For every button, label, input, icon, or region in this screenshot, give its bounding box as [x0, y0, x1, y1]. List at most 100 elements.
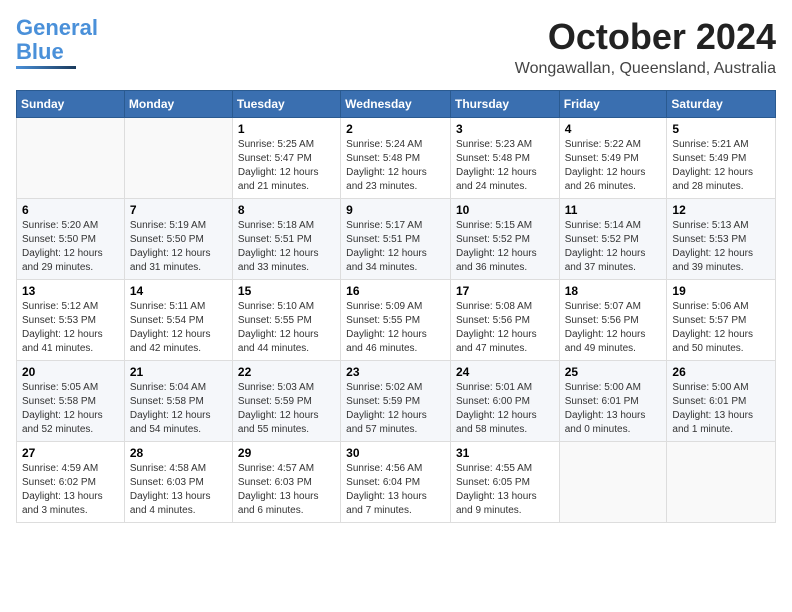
header-thursday: Thursday	[450, 91, 559, 118]
day-info: Sunrise: 4:55 AMSunset: 6:05 PMDaylight:…	[456, 462, 554, 518]
day-info: Sunrise: 5:10 AMSunset: 5:55 PMDaylight:…	[238, 300, 335, 356]
day-info: Sunrise: 5:20 AMSunset: 5:50 PMDaylight:…	[22, 219, 119, 275]
header-monday: Monday	[124, 91, 232, 118]
calendar-cell: 20 Sunrise: 5:05 AMSunset: 5:58 PMDaylig…	[17, 361, 125, 442]
day-info: Sunrise: 5:18 AMSunset: 5:51 PMDaylight:…	[238, 219, 335, 275]
header-sunday: Sunday	[17, 91, 125, 118]
calendar-cell: 19 Sunrise: 5:06 AMSunset: 5:57 PMDaylig…	[667, 280, 776, 361]
calendar-cell: 15 Sunrise: 5:10 AMSunset: 5:55 PMDaylig…	[232, 280, 340, 361]
day-number: 24	[456, 365, 554, 379]
day-number: 6	[22, 203, 119, 217]
day-number: 1	[238, 122, 335, 136]
day-number: 9	[346, 203, 445, 217]
header-wednesday: Wednesday	[341, 91, 451, 118]
day-info: Sunrise: 5:24 AMSunset: 5:48 PMDaylight:…	[346, 138, 445, 194]
calendar-cell	[667, 442, 776, 523]
day-info: Sunrise: 5:17 AMSunset: 5:51 PMDaylight:…	[346, 219, 445, 275]
day-info: Sunrise: 4:58 AMSunset: 6:03 PMDaylight:…	[130, 462, 227, 518]
calendar-cell: 18 Sunrise: 5:07 AMSunset: 5:56 PMDaylig…	[559, 280, 667, 361]
location-title: Wongawallan, Queensland, Australia	[515, 60, 776, 78]
calendar-cell: 30 Sunrise: 4:56 AMSunset: 6:04 PMDaylig…	[341, 442, 451, 523]
calendar-cell: 3 Sunrise: 5:23 AMSunset: 5:48 PMDayligh…	[450, 118, 559, 199]
title-area: October 2024 Wongawallan, Queensland, Au…	[515, 16, 776, 78]
day-number: 27	[22, 446, 119, 460]
calendar-table: Sunday Monday Tuesday Wednesday Thursday…	[16, 90, 776, 523]
day-info: Sunrise: 5:03 AMSunset: 5:59 PMDaylight:…	[238, 381, 335, 437]
calendar-cell: 21 Sunrise: 5:04 AMSunset: 5:58 PMDaylig…	[124, 361, 232, 442]
day-info: Sunrise: 5:12 AMSunset: 5:53 PMDaylight:…	[22, 300, 119, 356]
day-info: Sunrise: 5:14 AMSunset: 5:52 PMDaylight:…	[565, 219, 662, 275]
calendar-cell: 1 Sunrise: 5:25 AMSunset: 5:47 PMDayligh…	[232, 118, 340, 199]
calendar-cell: 17 Sunrise: 5:08 AMSunset: 5:56 PMDaylig…	[450, 280, 559, 361]
calendar-cell: 29 Sunrise: 4:57 AMSunset: 6:03 PMDaylig…	[232, 442, 340, 523]
calendar-cell: 26 Sunrise: 5:00 AMSunset: 6:01 PMDaylig…	[667, 361, 776, 442]
day-info: Sunrise: 5:09 AMSunset: 5:55 PMDaylight:…	[346, 300, 445, 356]
day-number: 29	[238, 446, 335, 460]
day-number: 15	[238, 284, 335, 298]
calendar-week-5: 27 Sunrise: 4:59 AMSunset: 6:02 PMDaylig…	[17, 442, 776, 523]
day-number: 8	[238, 203, 335, 217]
day-number: 18	[565, 284, 662, 298]
calendar-cell: 14 Sunrise: 5:11 AMSunset: 5:54 PMDaylig…	[124, 280, 232, 361]
day-info: Sunrise: 4:59 AMSunset: 6:02 PMDaylight:…	[22, 462, 119, 518]
day-info: Sunrise: 5:02 AMSunset: 5:59 PMDaylight:…	[346, 381, 445, 437]
day-info: Sunrise: 5:25 AMSunset: 5:47 PMDaylight:…	[238, 138, 335, 194]
day-info: Sunrise: 5:21 AMSunset: 5:49 PMDaylight:…	[672, 138, 770, 194]
logo: General Blue	[16, 16, 98, 69]
day-number: 23	[346, 365, 445, 379]
calendar-cell: 12 Sunrise: 5:13 AMSunset: 5:53 PMDaylig…	[667, 199, 776, 280]
calendar-cell: 8 Sunrise: 5:18 AMSunset: 5:51 PMDayligh…	[232, 199, 340, 280]
day-info: Sunrise: 4:56 AMSunset: 6:04 PMDaylight:…	[346, 462, 445, 518]
calendar-cell: 5 Sunrise: 5:21 AMSunset: 5:49 PMDayligh…	[667, 118, 776, 199]
calendar-cell: 11 Sunrise: 5:14 AMSunset: 5:52 PMDaylig…	[559, 199, 667, 280]
header-saturday: Saturday	[667, 91, 776, 118]
header-tuesday: Tuesday	[232, 91, 340, 118]
calendar-cell: 28 Sunrise: 4:58 AMSunset: 6:03 PMDaylig…	[124, 442, 232, 523]
day-number: 22	[238, 365, 335, 379]
logo-divider	[16, 66, 76, 69]
day-number: 3	[456, 122, 554, 136]
day-number: 10	[456, 203, 554, 217]
calendar-week-3: 13 Sunrise: 5:12 AMSunset: 5:53 PMDaylig…	[17, 280, 776, 361]
day-number: 16	[346, 284, 445, 298]
day-info: Sunrise: 5:23 AMSunset: 5:48 PMDaylight:…	[456, 138, 554, 194]
month-title: October 2024	[515, 16, 776, 58]
day-number: 12	[672, 203, 770, 217]
calendar-header-row: Sunday Monday Tuesday Wednesday Thursday…	[17, 91, 776, 118]
day-number: 21	[130, 365, 227, 379]
calendar-cell: 23 Sunrise: 5:02 AMSunset: 5:59 PMDaylig…	[341, 361, 451, 442]
calendar-cell: 6 Sunrise: 5:20 AMSunset: 5:50 PMDayligh…	[17, 199, 125, 280]
day-number: 25	[565, 365, 662, 379]
day-number: 20	[22, 365, 119, 379]
day-number: 26	[672, 365, 770, 379]
calendar-week-4: 20 Sunrise: 5:05 AMSunset: 5:58 PMDaylig…	[17, 361, 776, 442]
calendar-cell: 13 Sunrise: 5:12 AMSunset: 5:53 PMDaylig…	[17, 280, 125, 361]
calendar-cell: 2 Sunrise: 5:24 AMSunset: 5:48 PMDayligh…	[341, 118, 451, 199]
day-number: 2	[346, 122, 445, 136]
day-info: Sunrise: 5:00 AMSunset: 6:01 PMDaylight:…	[565, 381, 662, 437]
day-info: Sunrise: 5:01 AMSunset: 6:00 PMDaylight:…	[456, 381, 554, 437]
day-number: 14	[130, 284, 227, 298]
calendar-cell	[17, 118, 125, 199]
logo-text: General Blue	[16, 16, 98, 64]
calendar-cell: 4 Sunrise: 5:22 AMSunset: 5:49 PMDayligh…	[559, 118, 667, 199]
logo-general: General	[16, 15, 98, 40]
day-info: Sunrise: 4:57 AMSunset: 6:03 PMDaylight:…	[238, 462, 335, 518]
calendar-cell: 16 Sunrise: 5:09 AMSunset: 5:55 PMDaylig…	[341, 280, 451, 361]
day-info: Sunrise: 5:19 AMSunset: 5:50 PMDaylight:…	[130, 219, 227, 275]
calendar-cell: 25 Sunrise: 5:00 AMSunset: 6:01 PMDaylig…	[559, 361, 667, 442]
day-info: Sunrise: 5:13 AMSunset: 5:53 PMDaylight:…	[672, 219, 770, 275]
calendar-cell: 7 Sunrise: 5:19 AMSunset: 5:50 PMDayligh…	[124, 199, 232, 280]
page-header: General Blue October 2024 Wongawallan, Q…	[16, 16, 776, 78]
day-info: Sunrise: 5:07 AMSunset: 5:56 PMDaylight:…	[565, 300, 662, 356]
logo-blue: Blue	[16, 39, 64, 64]
day-number: 11	[565, 203, 662, 217]
day-info: Sunrise: 5:06 AMSunset: 5:57 PMDaylight:…	[672, 300, 770, 356]
day-info: Sunrise: 5:22 AMSunset: 5:49 PMDaylight:…	[565, 138, 662, 194]
day-info: Sunrise: 5:08 AMSunset: 5:56 PMDaylight:…	[456, 300, 554, 356]
day-number: 19	[672, 284, 770, 298]
calendar-cell: 22 Sunrise: 5:03 AMSunset: 5:59 PMDaylig…	[232, 361, 340, 442]
day-number: 13	[22, 284, 119, 298]
calendar-week-1: 1 Sunrise: 5:25 AMSunset: 5:47 PMDayligh…	[17, 118, 776, 199]
day-info: Sunrise: 5:11 AMSunset: 5:54 PMDaylight:…	[130, 300, 227, 356]
